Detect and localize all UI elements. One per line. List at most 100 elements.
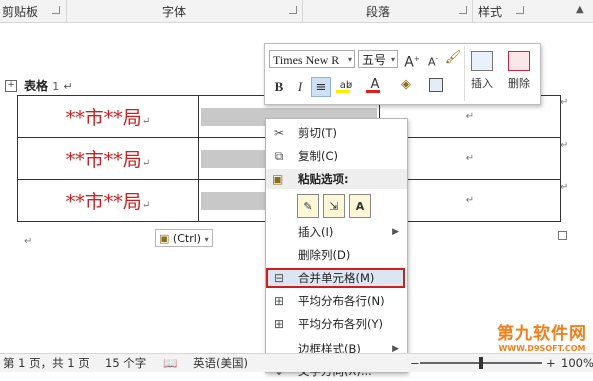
site-watermark: 第九软件网 WWW.D9SOFT.COM — [494, 319, 590, 353]
table-caption: 表格 1 ↵ — [24, 77, 73, 94]
align-center-button[interactable]: ≡ — [311, 77, 331, 97]
menu-item-label: 粘贴选项: — [298, 172, 349, 186]
paste-text-label: A — [355, 200, 365, 213]
delete-button[interactable]: 删除 — [502, 47, 536, 97]
merge-cells-icon: ⊟ — [273, 271, 285, 285]
status-bar: 第 1 页，共 1 页 15 个字 📖 英语(美国) − + 100% — [0, 353, 593, 372]
group-divider — [472, 0, 473, 22]
insert-label: 插入 — [471, 77, 493, 90]
highlight-color-swatch — [336, 90, 350, 93]
paste-keep-formatting-icon[interactable]: ✎ — [297, 194, 319, 218]
chevron-down-icon: ▾ — [347, 55, 352, 64]
format-painter-icon[interactable]: 🖌 — [443, 48, 463, 68]
paste-tag-label: (Ctrl) — [172, 232, 202, 245]
paste-text-only-icon[interactable]: A — [349, 194, 371, 218]
chevron-down-icon: ▾ — [390, 55, 395, 64]
agency-name: **市**局 — [65, 107, 142, 129]
language-indicator[interactable]: 英语(美国) — [193, 354, 248, 372]
row-end-mark: ↵ — [560, 182, 569, 193]
menu-item-delete-column[interactable]: 删除列(D) — [266, 245, 407, 265]
menu-item-label: 合并单元格(M) — [298, 271, 375, 285]
font-launcher-icon[interactable] — [289, 6, 297, 14]
font-color-swatch — [366, 90, 380, 93]
bold-button[interactable]: B — [269, 77, 289, 97]
paste-merge-formatting-icon[interactable]: ⇲ — [323, 194, 345, 218]
table-cell[interactable]: **市**局↵ — [17, 95, 199, 138]
watermark-url: WWW.D9SOFT.COM — [498, 344, 586, 353]
watermark-title: 第九软件网 — [497, 324, 587, 344]
insert-button[interactable]: 插入 — [465, 47, 499, 97]
distribute-columns-icon: ⊞ — [273, 317, 285, 331]
menu-item-distribute-rows[interactable]: ⊞ 平均分布各行(N) — [266, 291, 407, 311]
table-resize-handle[interactable] — [558, 231, 567, 240]
word-count[interactable]: 15 个字 — [105, 354, 146, 372]
menu-item-label: 剪切(T) — [298, 126, 337, 140]
zoom-level[interactable]: 100% — [561, 354, 593, 372]
group-paragraph: 段落 — [366, 5, 391, 19]
cell-mark: ↵ — [141, 200, 151, 211]
agency-name: **市**局 — [65, 191, 142, 213]
delete-label: 删除 — [508, 77, 530, 90]
font-name-box[interactable]: Times New R ▾ — [269, 50, 355, 68]
zoom-out-icon[interactable]: − — [410, 354, 420, 372]
clipboard-icon: ▣ — [159, 232, 170, 245]
menu-item-label: 平均分布各列(Y) — [298, 317, 383, 331]
bold-icon: B — [274, 79, 284, 94]
styles-launcher-icon[interactable] — [516, 6, 524, 14]
borders-button[interactable] — [423, 75, 449, 95]
italic-icon: I — [297, 79, 303, 94]
agency-name: **市**局 — [65, 149, 142, 171]
italic-button[interactable]: I — [290, 77, 310, 97]
paste-options-button[interactable]: ▣ (Ctrl) ▾ — [155, 229, 213, 247]
caption-number: 1 — [52, 80, 60, 93]
menu-item-insert[interactable]: 插入(I) ▶ — [266, 222, 407, 242]
menu-item-merge-cells[interactable]: ⊟ 合并单元格(M) — [266, 268, 407, 288]
insert-table-icon — [471, 51, 493, 71]
cell-mark: ↵ — [465, 111, 475, 122]
table-move-handle-icon[interactable]: + — [5, 80, 17, 92]
shrink-font-button[interactable]: A- — [423, 49, 443, 69]
menu-item-copy[interactable]: ⧉ 复制(C) — [266, 146, 407, 166]
shading-button[interactable]: ◈ — [393, 75, 419, 95]
zoom-in-icon[interactable]: + — [546, 354, 556, 372]
paste-options-header: ▣ 粘贴选项: — [266, 169, 407, 189]
paragraph-launcher-icon[interactable] — [459, 6, 467, 14]
table-cell[interactable]: **市**局↵ — [17, 179, 199, 222]
scissors-icon: ✂ — [273, 126, 285, 140]
menu-item-label: 删除列(D) — [298, 248, 351, 262]
delete-table-icon — [508, 51, 530, 71]
collapse-ribbon-icon[interactable]: ▲ — [576, 4, 584, 15]
zoom-slider[interactable] — [420, 357, 542, 369]
page-count[interactable]: 第 1 页，共 1 页 — [3, 354, 90, 372]
zoom-slider-thumb[interactable] — [479, 357, 483, 369]
menu-item-label: 复制(C) — [298, 149, 339, 163]
group-clipboard: 剪贴板 — [2, 5, 39, 19]
cell-mark: ↵ — [465, 153, 475, 164]
font-color-button[interactable]: A — [362, 75, 388, 95]
paste-icon: ▣ — [272, 172, 284, 186]
cell-mark: ↵ — [141, 116, 151, 127]
mini-toolbar: Times New R ▾ 五号 ▾ A+ A- 🖌 B I ≡ ab̷ A ◈… — [264, 43, 541, 105]
group-font: 字体 — [162, 5, 187, 19]
copy-icon: ⧉ — [274, 149, 284, 163]
font-size-box[interactable]: 五号 ▾ — [358, 50, 398, 68]
cell-mark: ↵ — [465, 195, 475, 206]
chevron-right-icon: ▶ — [392, 227, 399, 237]
caption-label: 表格 — [24, 79, 49, 93]
menu-item-label: 插入(I) — [298, 225, 334, 239]
cell-mark: ↵ — [141, 158, 151, 169]
group-divider — [66, 0, 67, 22]
font-name-value: Times New R — [273, 53, 340, 67]
menu-item-cut[interactable]: ✂ 剪切(T) — [266, 123, 407, 143]
paragraph-mark: ↵ — [24, 236, 33, 247]
highlight-button[interactable]: ab̷ — [333, 75, 359, 95]
table-cell[interactable]: **市**局↵ — [17, 137, 199, 180]
row-end-mark: ↵ — [560, 97, 569, 108]
grow-font-button[interactable]: A+ — [402, 49, 422, 71]
shrink-font-icon: A — [427, 55, 436, 69]
chevron-down-icon: ▾ — [204, 235, 209, 244]
align-center-icon: ≡ — [315, 80, 327, 95]
menu-item-distribute-columns[interactable]: ⊞ 平均分布各列(Y) — [266, 314, 407, 334]
clipboard-launcher-icon[interactable] — [52, 6, 60, 14]
proofing-icon[interactable]: 📖 — [163, 354, 177, 372]
